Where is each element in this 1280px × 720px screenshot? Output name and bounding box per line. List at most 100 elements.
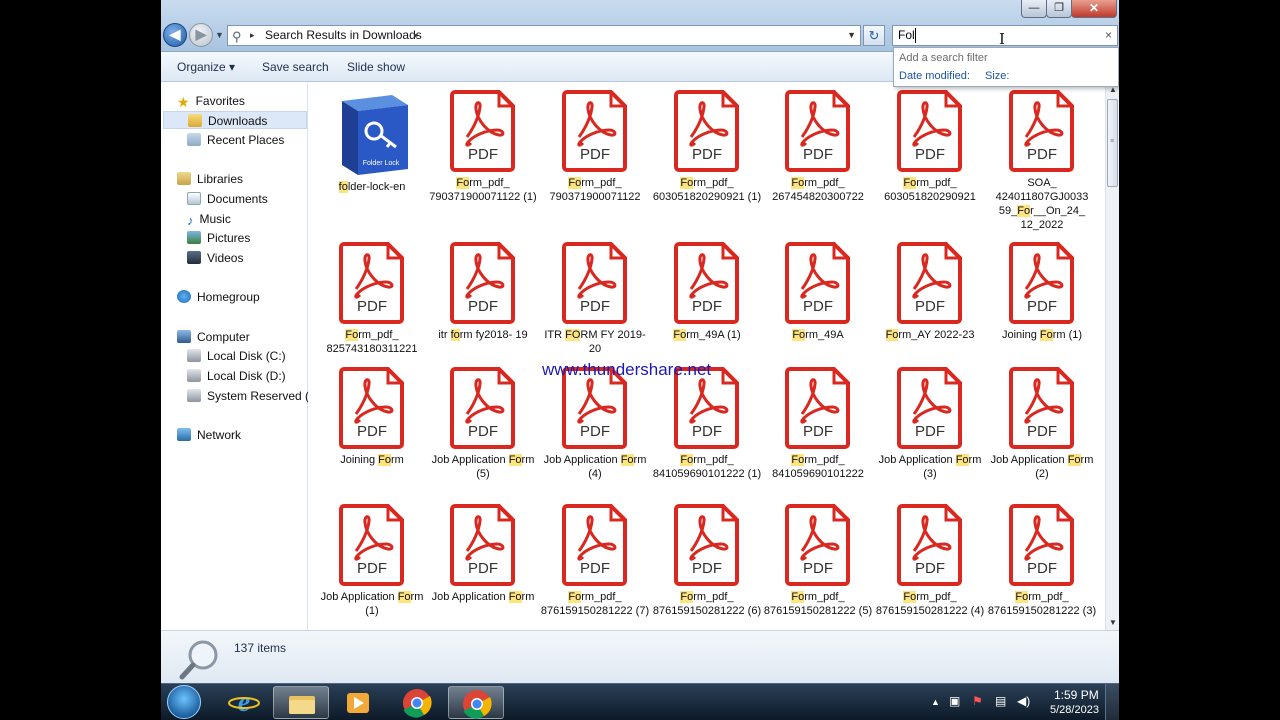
pdf-icon-text: PDF bbox=[1027, 423, 1057, 440]
refresh-button[interactable]: ↻ bbox=[863, 25, 885, 46]
explorer-window: — ❐ ✕ ◀ ▶ ▼ ⚲ ▸ Search Results in Downlo… bbox=[161, 0, 1119, 720]
file-name: ITR FORM FY 2019-20 bbox=[544, 329, 646, 355]
breadcrumb-current[interactable]: Search Results in Downloads bbox=[265, 26, 422, 45]
file-item[interactable]: PDF Form_pdf_ 825743180311221 bbox=[316, 241, 428, 356]
file-item[interactable]: PDF Job Application Form (5) bbox=[427, 366, 539, 481]
file-item[interactable]: PDF Job Application Form (3) bbox=[874, 366, 986, 481]
file-name: Form_pdf_ 876159150281222 (6) bbox=[652, 591, 762, 617]
navigation-pane: ★ Favorites Downloads Recent Places Libra… bbox=[161, 83, 308, 630]
breadcrumb-chevron-icon[interactable]: ▸ bbox=[414, 26, 419, 45]
taskbar-internet-explorer[interactable]: e bbox=[216, 686, 272, 719]
file-icon-wrap: PDF bbox=[449, 503, 517, 587]
sidebar-item-documents[interactable]: Documents bbox=[187, 190, 268, 208]
sidebar-item-recent-places[interactable]: Recent Places bbox=[187, 131, 284, 149]
file-item[interactable]: PDF Form_pdf_ 876159150281222 (7) bbox=[539, 503, 651, 618]
forward-button[interactable]: ▶ bbox=[189, 23, 213, 47]
clear-search-icon[interactable]: × bbox=[1105, 26, 1112, 45]
size-filter[interactable]: Size: bbox=[985, 70, 1009, 82]
file-name: Form_pdf_ 603051820290921 bbox=[884, 177, 976, 203]
file-item[interactable]: PDF Form_pdf_ 876159150281222 (6) bbox=[651, 503, 763, 618]
file-item[interactable]: PDF Form_pdf_ 876159150281222 (5) bbox=[762, 503, 874, 618]
recent-pages-dropdown-icon[interactable]: ▼ bbox=[215, 30, 224, 40]
chrome-icon bbox=[463, 690, 492, 719]
back-button[interactable]: ◀ bbox=[163, 23, 187, 47]
sidebar-item-pictures[interactable]: Pictures bbox=[187, 229, 250, 247]
sidebar-item-favorites[interactable]: ★ Favorites bbox=[177, 92, 245, 110]
file-name: Form_49A (1) bbox=[673, 329, 741, 341]
network-tray-icon[interactable]: ▤ bbox=[995, 694, 1006, 708]
sidebar-item-local-disk-c[interactable]: Local Disk (C:) bbox=[187, 347, 286, 365]
show-hidden-icons-button[interactable]: ▲ bbox=[931, 697, 940, 707]
file-item[interactable]: PDF Form_pdf_ 267454820300722 bbox=[762, 89, 874, 204]
organize-button[interactable]: Organize ▾ bbox=[177, 60, 235, 74]
address-bar[interactable]: ⚲ ▸ Search Results in Downloads ▸ ▼ bbox=[227, 25, 861, 46]
maximize-button[interactable]: ❐ bbox=[1046, 0, 1072, 18]
breadcrumb-chevron-icon[interactable]: ▸ bbox=[250, 26, 255, 45]
pdf-icon-text: PDF bbox=[915, 423, 945, 440]
pdf-file-icon: PDF bbox=[674, 504, 739, 586]
file-item[interactable]: PDF Job Application Form (4) bbox=[539, 366, 651, 481]
pdf-icon-text: PDF bbox=[1027, 298, 1057, 315]
search-match-highlight: Fo bbox=[508, 454, 522, 466]
file-item[interactable]: PDF Form_49A bbox=[762, 241, 874, 342]
sidebar-item-videos[interactable]: Videos bbox=[187, 249, 243, 267]
volume-icon[interactable]: ◀) bbox=[1017, 694, 1030, 708]
file-item[interactable]: PDF Form_pdf_ 603051820290921 bbox=[874, 89, 986, 204]
pdf-icon-text: PDF bbox=[468, 298, 498, 315]
sidebar-item-label: Music bbox=[199, 212, 231, 226]
file-item[interactable]: PDF Form_pdf_ 876159150281222 (4) bbox=[874, 503, 986, 618]
scroll-down-arrow-icon[interactable]: ▼ bbox=[1106, 616, 1119, 630]
folder-lock-installer-icon: Folder Lock bbox=[342, 95, 408, 175]
sidebar-item-computer[interactable]: Computer bbox=[177, 328, 250, 346]
clock-time[interactable]: 1:59 PM bbox=[1054, 688, 1099, 702]
vertical-scrollbar[interactable]: ▲ ≡ ▼ bbox=[1105, 83, 1119, 630]
file-item[interactable]: PDF Form_pdf_ 876159150281222 (3) bbox=[986, 503, 1098, 618]
file-item[interactable]: PDF Job Application Form bbox=[427, 503, 539, 604]
sidebar-item-music[interactable]: ♪ Music bbox=[187, 210, 231, 228]
sidebar-item-system-reserved[interactable]: System Reserved (E:) bbox=[187, 387, 308, 405]
pdf-file-icon: PDF bbox=[1009, 504, 1074, 586]
file-item[interactable]: PDF Job Application Form (2) bbox=[986, 366, 1098, 481]
sidebar-item-libraries[interactable]: Libraries bbox=[177, 170, 243, 188]
file-item[interactable]: PDF Form_pdf_ 790371900071122 (1) bbox=[427, 89, 539, 204]
slide-show-button[interactable]: Slide show bbox=[347, 60, 405, 74]
file-item[interactable]: PDF Form_AY 2022-23 bbox=[874, 241, 986, 342]
sidebar-item-network[interactable]: Network bbox=[177, 426, 241, 444]
sidebar-item-local-disk-d[interactable]: Local Disk (D:) bbox=[187, 367, 286, 385]
pdf-icon-text: PDF bbox=[692, 560, 722, 577]
clock-date[interactable]: 5/28/2023 bbox=[1050, 704, 1099, 716]
file-item[interactable]: PDF Form_pdf_ 841059690101222 bbox=[762, 366, 874, 481]
taskbar-chrome-active[interactable] bbox=[448, 686, 504, 719]
file-item[interactable]: Folder Lock folder-lock-en bbox=[316, 89, 428, 194]
file-icon-wrap: PDF bbox=[1008, 241, 1076, 325]
taskbar-windows-explorer[interactable] bbox=[273, 686, 329, 719]
sidebar-item-label: Libraries bbox=[197, 172, 244, 186]
file-item[interactable]: PDF Form_pdf_ 603051820290921 (1) bbox=[651, 89, 763, 204]
file-item[interactable]: PDF Job Application Form (1) bbox=[316, 503, 428, 618]
taskbar-media-player[interactable] bbox=[330, 686, 386, 719]
file-item[interactable]: PDF itr form fy2018- 19 bbox=[427, 241, 539, 342]
save-search-button[interactable]: Save search bbox=[262, 60, 329, 74]
file-item[interactable]: PDF ITR FORM FY 2019-20 bbox=[539, 241, 651, 356]
minimize-button[interactable]: — bbox=[1021, 0, 1047, 18]
start-button[interactable] bbox=[167, 685, 201, 719]
address-dropdown-icon[interactable]: ▼ bbox=[847, 26, 856, 45]
action-center-icon[interactable]: ⚑ bbox=[972, 694, 983, 708]
show-desktop-button[interactable] bbox=[1105, 684, 1119, 720]
search-input[interactable]: Fol × bbox=[892, 25, 1118, 46]
sidebar-item-downloads[interactable]: Downloads bbox=[163, 111, 307, 129]
sidebar-item-homegroup[interactable]: Homegroup bbox=[177, 288, 260, 306]
file-name: Form_pdf_ 876159150281222 (3) bbox=[987, 591, 1097, 617]
tray-app-icon[interactable]: ▣ bbox=[949, 694, 960, 708]
date-modified-filter[interactable]: Date modified: bbox=[899, 70, 970, 82]
close-button[interactable]: ✕ bbox=[1071, 0, 1117, 18]
file-item[interactable]: PDF Joining Form (1) bbox=[986, 241, 1098, 342]
file-item[interactable]: PDF Form_49A (1) bbox=[651, 241, 763, 342]
file-item[interactable]: PDF SOA_ 424011807GJ0033 59_For__On_24_ 1… bbox=[986, 89, 1098, 232]
file-item[interactable]: PDF Form_pdf_ 790371900071122 bbox=[539, 89, 651, 204]
scroll-thumb[interactable]: ≡ bbox=[1107, 99, 1118, 187]
file-item[interactable]: PDF Joining Form bbox=[316, 366, 428, 467]
pdf-file-icon: PDF bbox=[562, 504, 627, 586]
taskbar-chrome[interactable] bbox=[387, 686, 443, 719]
file-item[interactable]: PDF Form_pdf_ 841059690101222 (1) bbox=[651, 366, 763, 481]
